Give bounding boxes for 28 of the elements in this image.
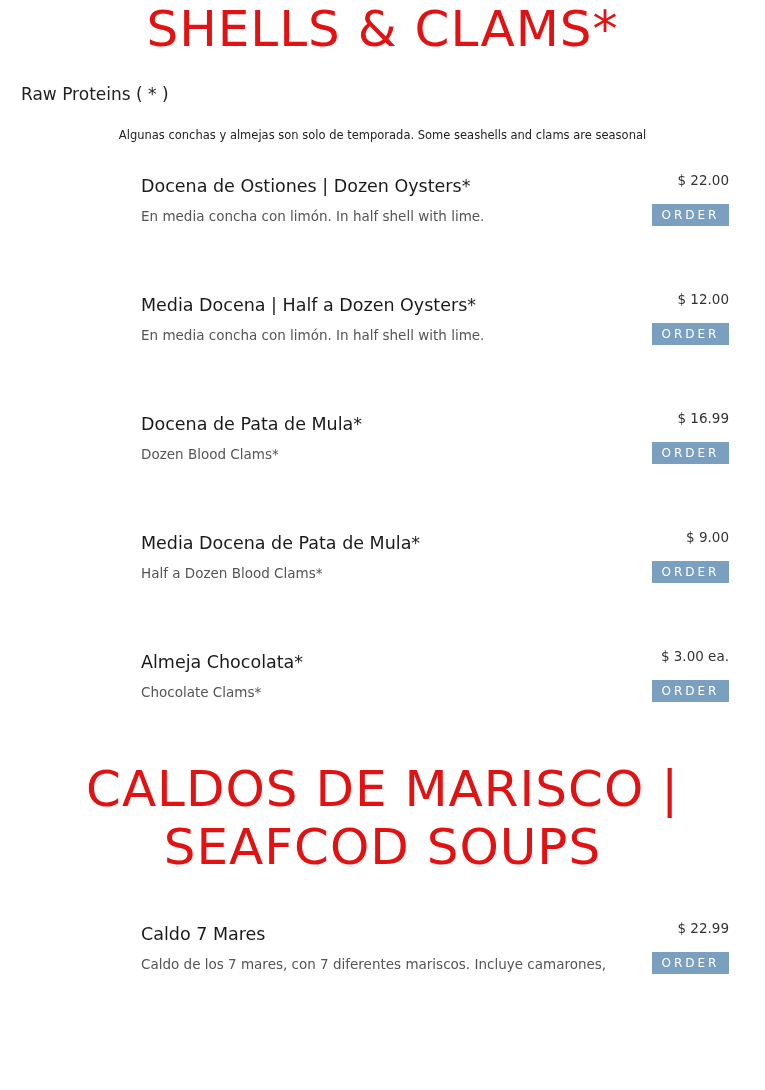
price: $ 9.00 bbox=[686, 529, 729, 545]
dish-description: Chocolate Clams* bbox=[141, 684, 263, 700]
order-button[interactable]: ORDER bbox=[652, 442, 729, 464]
seasonal-note: Algunas conchas y almejas son solo de temporada. Some seashells and clams are seasonal bbox=[117, 128, 648, 142]
price: $ 3.00 ea. bbox=[660, 648, 729, 664]
dish-description: En media concha con limón. In half shell with lime. bbox=[141, 208, 485, 224]
order-button[interactable]: ORDER bbox=[652, 561, 729, 583]
dish-name: Media Docena de Pata de Mula* bbox=[141, 533, 421, 553]
order-button[interactable]: ORDER bbox=[652, 680, 729, 702]
category-label: Raw Proteins ( * ) bbox=[21, 84, 170, 104]
section-heading: CALDOS DE MARISCO | SEAFCOD SOUPS bbox=[85, 760, 680, 876]
dish-description: En media concha con limón. In half shell with lime. bbox=[141, 327, 485, 343]
dish-name: Almeja Chocolata* bbox=[141, 652, 304, 672]
price: $ 22.99 bbox=[677, 920, 729, 936]
price: $ 22.00 bbox=[677, 172, 729, 188]
order-button[interactable]: ORDER bbox=[652, 952, 729, 974]
dish-description: Caldo de los 7 mares, con 7 diferentes mariscos. Incluye camarones, bbox=[141, 956, 607, 972]
dish-name: Media Docena | Half a Dozen Oysters* bbox=[141, 295, 477, 315]
dish-description: Dozen Blood Clams* bbox=[141, 446, 280, 462]
dish-description: Half a Dozen Blood Clams* bbox=[141, 565, 324, 581]
price: $ 16.99 bbox=[677, 410, 729, 426]
order-button[interactable]: ORDER bbox=[652, 204, 729, 226]
price: $ 12.00 bbox=[677, 291, 729, 307]
section-heading: SHELLS & CLAMS* bbox=[145, 0, 620, 58]
dish-name: Docena de Ostiones | Dozen Oysters* bbox=[141, 176, 472, 196]
dish-name: Caldo 7 Mares bbox=[141, 924, 267, 944]
dish-name: Docena de Pata de Mula* bbox=[141, 414, 362, 434]
order-button[interactable]: ORDER bbox=[652, 323, 729, 345]
